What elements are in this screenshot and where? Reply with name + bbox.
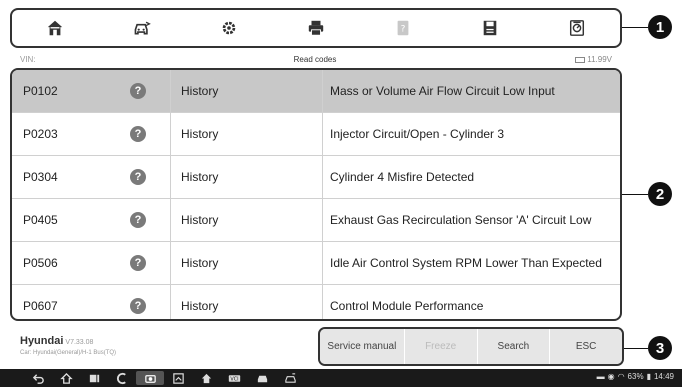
home-icon [48,20,63,36]
clock: 14:49 [653,372,674,381]
back-icon [32,373,44,384]
screenshot-icon [172,372,184,384]
esc-button[interactable]: ESC [550,329,622,364]
vehicle-menu-button[interactable] [276,372,304,385]
dtc-code: P0607 [23,299,58,313]
dtc-status: History [170,242,322,284]
callout-3-leader [624,348,648,349]
settings-icon [222,21,236,35]
svg-text:VCI: VCI [230,376,238,382]
home-nav-icon [59,372,73,384]
top-toolbar: ? [10,8,622,48]
service-manual-button[interactable]: Service manual [320,329,405,364]
table-row[interactable]: P0506 ? History Idle Air Control System … [12,242,620,285]
dtc-description: Mass or Volume Air Flow Circuit Low Inpu… [322,70,620,112]
vehicle-swap-icon [134,21,152,35]
dtc-description: Control Module Performance [322,285,620,319]
save-button[interactable] [446,10,533,46]
recent-apps-icon [89,374,99,382]
car-icon [257,375,267,382]
vehicle-make: Hyundai [20,335,64,347]
vci-button[interactable]: VCI [220,372,248,385]
battery-icon: ▮ [646,372,651,381]
help-icon: ? [397,20,409,36]
search-button[interactable]: Search [477,329,551,364]
table-row[interactable]: P0304 ? History Cylinder 4 Misfire Detec… [12,156,620,199]
help-button[interactable]: ? [359,10,446,46]
settings-button[interactable] [186,10,273,46]
maxisys-home-icon [201,373,211,383]
callout-2: 2 [648,182,672,206]
wifi-icon: ◠ [617,372,625,381]
vehicle-menu-icon [284,372,296,383]
dtc-help-icon[interactable]: ? [130,83,146,99]
dtc-description: Cylinder 4 Misfire Detected [322,156,620,198]
data-logging-button[interactable] [533,10,620,46]
dtc-description: Exhaust Gas Recirculation Sensor 'A' Cir… [322,199,620,241]
camera-icon [144,374,156,383]
function-buttons: Service manual Freeze Search ESC [318,327,624,366]
battery-voltage-value: 11.99V [587,55,612,64]
dtc-code: P0304 [23,170,58,184]
vehicle-path: Car: Hyundai(General)/H-1 Bus(TQ) [20,350,117,356]
callout-1: 1 [648,15,672,39]
software-version: V7.33.08 [65,339,94,346]
vehicle-swap-button[interactable] [99,10,186,46]
system-tray: ▬ ◉ ◠ 63% ▮ 14:49 [597,372,674,381]
home-nav-button[interactable] [52,372,80,385]
dtc-help-icon[interactable]: ? [130,298,146,314]
dtc-table: P0102 ? History Mass or Volume Air Flow … [10,68,622,321]
home-button[interactable] [12,10,99,46]
dtc-code: P0506 [23,256,58,270]
car-diagnostics-button[interactable] [248,372,276,385]
recent-apps-button[interactable] [80,372,108,385]
screenshot-button[interactable] [164,372,192,385]
camera-button[interactable] [136,371,164,385]
callout-2-leader [622,194,648,195]
callout-3: 3 [648,336,672,360]
data-logging-icon [569,20,584,36]
callout-1-leader [622,27,648,28]
print-icon [308,20,324,36]
save-icon [483,20,497,36]
vehicle-info: Hyundai V7.33.08 Car: Hyundai(General)/H-… [20,331,116,356]
table-row[interactable]: P0203 ? History Injector Circuit/Open - … [12,113,620,156]
status-strip: VIN: Read codes 11.99V [12,54,618,66]
svg-text:?: ? [400,25,405,35]
dtc-status: History [170,199,322,241]
dtc-status: History [170,285,322,319]
dtc-description: Injector Circuit/Open - Cylinder 3 [322,113,620,155]
table-row[interactable]: P0405 ? History Exhaust Gas Recirculatio… [12,199,620,242]
android-nav-bar: VCI ▬ ◉ ◠ 63% ▮ 14:49 [0,369,682,387]
freeze-button[interactable]: Freeze [404,329,478,364]
battery-level: 63% [627,372,644,381]
notification-icon: ◉ [607,372,615,381]
dtc-status: History [170,70,322,112]
back-button[interactable] [24,372,52,385]
page-title: Read codes [293,55,337,64]
vci-icon: VCI [228,374,240,382]
car-battery-icon [575,56,586,63]
dtc-code: P0102 [23,84,58,98]
battery-voltage: 11.99V [575,55,612,64]
print-button[interactable] [273,10,360,46]
dtc-code: P0405 [23,213,58,227]
scan-icon [116,372,126,384]
dtc-help-icon[interactable]: ? [130,169,146,185]
table-row[interactable]: P0102 ? History Mass or Volume Air Flow … [12,70,620,113]
table-row[interactable]: P0607 ? History Control Module Performan… [12,285,620,319]
dtc-help-icon[interactable]: ? [130,126,146,142]
dtc-code: P0203 [23,127,58,141]
scan-button[interactable] [108,372,136,385]
dtc-status: History [170,156,322,198]
dtc-status: History [170,113,322,155]
message-icon: ▬ [596,372,605,381]
dtc-description: Idle Air Control System RPM Lower Than E… [322,242,620,284]
maxisys-home-button[interactable] [192,372,220,385]
dtc-help-icon[interactable]: ? [130,212,146,228]
dtc-help-icon[interactable]: ? [130,255,146,271]
